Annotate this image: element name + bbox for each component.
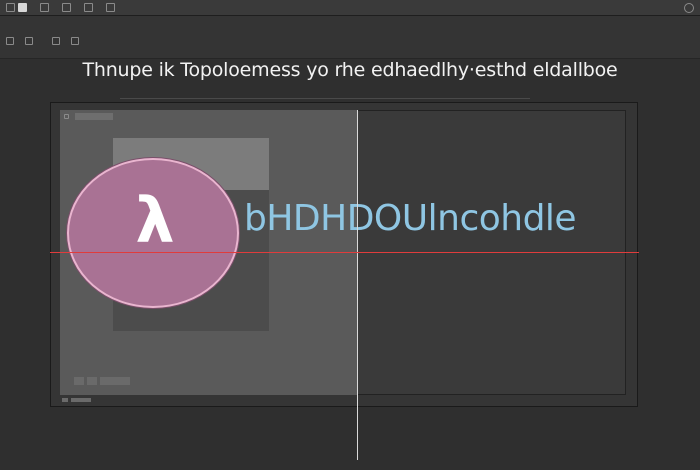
status-dot bbox=[62, 398, 68, 402]
tool-option-5[interactable] bbox=[71, 36, 82, 46]
menu-item-3[interactable] bbox=[62, 3, 74, 13]
overlay-text[interactable]: bHDHDOUlncohdle bbox=[244, 198, 577, 239]
logo-glyph: λ bbox=[135, 184, 175, 257]
zoom-field[interactable] bbox=[100, 377, 130, 385]
checkbox-icon bbox=[6, 3, 15, 12]
horizontal-guide[interactable] bbox=[50, 252, 639, 253]
grid-icon bbox=[40, 3, 49, 12]
tool-option-1[interactable] bbox=[6, 36, 17, 46]
tab-title-box bbox=[75, 113, 113, 120]
square-icon bbox=[18, 3, 27, 12]
vertical-guide[interactable] bbox=[357, 110, 358, 460]
menu-item-4[interactable] bbox=[84, 3, 96, 13]
menu-bar bbox=[0, 0, 700, 16]
brush-icon bbox=[106, 3, 115, 12]
ruler-line bbox=[120, 98, 530, 99]
align-icon bbox=[52, 37, 60, 45]
frame-footer bbox=[62, 396, 626, 404]
settings-icon bbox=[71, 37, 79, 45]
view-toggle-icon[interactable] bbox=[684, 3, 694, 13]
document-tab[interactable] bbox=[64, 113, 113, 120]
panel-controls bbox=[74, 377, 130, 385]
menu-item-1[interactable] bbox=[6, 3, 30, 13]
mode-icon bbox=[25, 37, 33, 45]
menu-item-5[interactable] bbox=[106, 3, 118, 13]
layers-icon bbox=[84, 3, 93, 12]
page-title: Thnupe ik Topoloemess yo rhe edhaedlhy·e… bbox=[82, 59, 618, 81]
tool-option-2[interactable] bbox=[25, 36, 36, 46]
tool-icon bbox=[6, 37, 14, 45]
tool-option-4[interactable] bbox=[52, 36, 63, 46]
tool-options-bar bbox=[0, 16, 700, 59]
status-readout bbox=[300, 456, 304, 463]
window-icon bbox=[62, 3, 71, 12]
menu-item-2[interactable] bbox=[40, 3, 52, 13]
fit-button[interactable] bbox=[87, 377, 97, 385]
close-icon[interactable] bbox=[64, 114, 69, 119]
ruler-bar bbox=[0, 86, 700, 102]
zoom-button[interactable] bbox=[74, 377, 84, 385]
status-bar bbox=[71, 398, 91, 402]
